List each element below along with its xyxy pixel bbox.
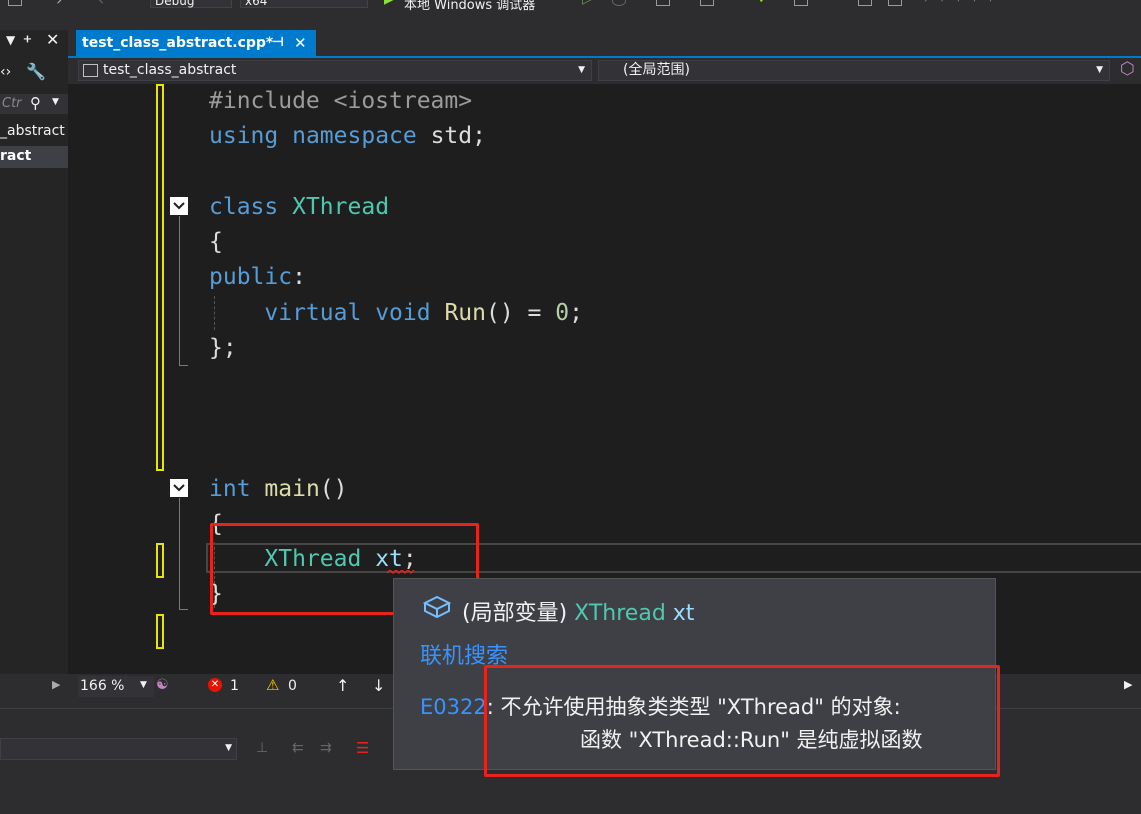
wrench-icon[interactable]: 🔧 <box>26 62 46 81</box>
outline-guide <box>179 216 180 366</box>
scope-name: (全局范围) <box>623 62 690 78</box>
search-icon[interactable]: ⚲ <box>30 94 41 112</box>
pin-icon[interactable]: ᚐ <box>24 31 31 47</box>
bookmark-icon[interactable]: ✧ ✧ ✧ ✧ ✧ <box>920 0 996 6</box>
start-debugger-button[interactable]: 本地 Windows 调试器 <box>404 0 535 13</box>
tab-test-class-abstract[interactable]: test_class_abstract.cpp* ⊣ ✕ <box>76 30 316 56</box>
scope-dropdown[interactable]: (全局范围) ▼ <box>598 60 1110 81</box>
toolbar-icon[interactable] <box>888 0 902 6</box>
solution-explorer-panel: ▼ ᚐ ✕ ‹› 🔧 Ctr ⚲ ▼ _abstract ract <box>0 30 68 674</box>
search-placeholder: Ctr <box>2 96 22 111</box>
project-dropdown[interactable]: test_class_abstract ▼ <box>78 60 592 81</box>
save-all-icon[interactable] <box>8 0 22 6</box>
code-line-4: class XThread <box>209 194 390 220</box>
tree-item-selected[interactable]: ract <box>0 146 68 168</box>
change-marker <box>156 543 164 578</box>
chevron-down-icon[interactable]: ▼ <box>52 97 59 107</box>
tree-item-label: ract <box>0 148 32 164</box>
chevron-down-icon[interactable]: ▼ <box>140 680 147 690</box>
check-icon[interactable]: ✓ <box>758 0 769 7</box>
close-icon[interactable]: ✕ <box>294 30 307 56</box>
toolbar-icon[interactable]: ⇉ <box>320 740 332 756</box>
code-line-1: #include <iostream> <box>209 88 473 114</box>
tooltip-type: XThread <box>574 601 666 626</box>
pin-icon[interactable]: ⊣ <box>272 30 284 56</box>
change-marker <box>156 84 164 471</box>
left-panel-scrollbar[interactable]: ▶ <box>0 674 68 700</box>
toolbar-icon[interactable] <box>858 0 872 6</box>
chevron-down-icon[interactable]: ▼ <box>225 743 232 753</box>
zoom-level: 166 % <box>80 678 125 694</box>
chevron-down-icon[interactable]: ▼ <box>578 61 585 80</box>
local-variable-icon <box>422 595 452 619</box>
outline-guide <box>179 498 180 610</box>
outline-guide <box>179 609 188 610</box>
tooltip-signature: (局部变量) XThread xt <box>462 595 694 627</box>
code-line-7: virtual void Run() = 0; <box>264 300 583 326</box>
close-icon[interactable]: ✕ <box>46 30 59 49</box>
toolbar-icon[interactable]: ⇇ <box>292 740 304 756</box>
warning-count[interactable]: 0 <box>288 678 297 694</box>
code-line-6: public: <box>209 264 306 290</box>
scroll-right-icon[interactable]: ▶ <box>1124 678 1132 691</box>
platform-dropdown[interactable]: x64 <box>240 0 368 8</box>
warning-icon[interactable]: ⚠ <box>266 676 279 694</box>
outline-guide <box>179 365 188 366</box>
change-marker <box>156 614 164 649</box>
stop-icon[interactable] <box>612 0 626 6</box>
toolbar-icon[interactable]: ⊥ <box>256 740 268 756</box>
project-icon <box>83 64 98 77</box>
error-count[interactable]: 1 <box>230 678 239 694</box>
chevron-down-icon[interactable]: ▼ <box>1096 61 1103 80</box>
dropdown-icon[interactable]: ▼ <box>6 33 15 47</box>
tree-item[interactable]: _abstract <box>0 123 65 139</box>
code-view-icon[interactable]: ‹› <box>0 64 11 80</box>
tooltip-name: xt <box>672 601 695 626</box>
annotation-highlight-error <box>484 665 1000 777</box>
toolbar-icon[interactable] <box>794 0 808 6</box>
error-icon[interactable]: ✕ <box>208 678 222 692</box>
cube-icon[interactable]: ⬡ <box>1120 59 1135 79</box>
toolbar-icon[interactable] <box>656 0 670 6</box>
clear-all-icon[interactable]: ☰ <box>356 739 369 757</box>
code-line-8: }; <box>209 335 237 361</box>
undo-icon[interactable]: ‹ <box>98 0 104 9</box>
code-line-12: int main() <box>209 476 348 502</box>
search-box[interactable]: Ctr ⚲ ▼ <box>0 94 68 114</box>
tab-title: test_class_abstract.cpp* <box>82 35 274 51</box>
main-toolbar: › ‹ Debug x64 ▶ 本地 Windows 调试器 ▷ ✓ ✧ ✧ ✧… <box>0 0 1141 30</box>
run-icon[interactable]: ▶ <box>384 0 395 7</box>
scroll-right-icon[interactable]: ▶ <box>52 678 60 691</box>
project-name: test_class_abstract <box>103 62 237 78</box>
zoom-dropdown[interactable]: 166 % ▼ <box>78 676 154 697</box>
redo-icon[interactable]: › <box>56 0 62 9</box>
collapse-icon[interactable] <box>170 197 188 215</box>
navigation-bar: test_class_abstract ▼ (全局范围) ▼ ⬡ <box>68 58 1141 84</box>
tooltip-kind: (局部变量) <box>462 601 568 626</box>
output-source-dropdown[interactable]: ▼ <box>0 738 237 760</box>
intellicode-icon[interactable]: ☯ <box>156 677 169 693</box>
arrow-up-icon[interactable]: ↑ <box>336 676 349 695</box>
toolbar-icon[interactable] <box>700 0 714 6</box>
collapse-icon[interactable] <box>170 479 188 497</box>
error-code-link[interactable]: E0322 <box>420 695 487 719</box>
code-line-2: using namespace std; <box>209 123 486 149</box>
run-without-debug-icon[interactable]: ▷ <box>582 0 593 7</box>
config-dropdown[interactable]: Debug <box>150 0 232 8</box>
arrow-down-icon[interactable]: ↓ <box>372 676 385 695</box>
code-line-5: { <box>209 229 223 255</box>
